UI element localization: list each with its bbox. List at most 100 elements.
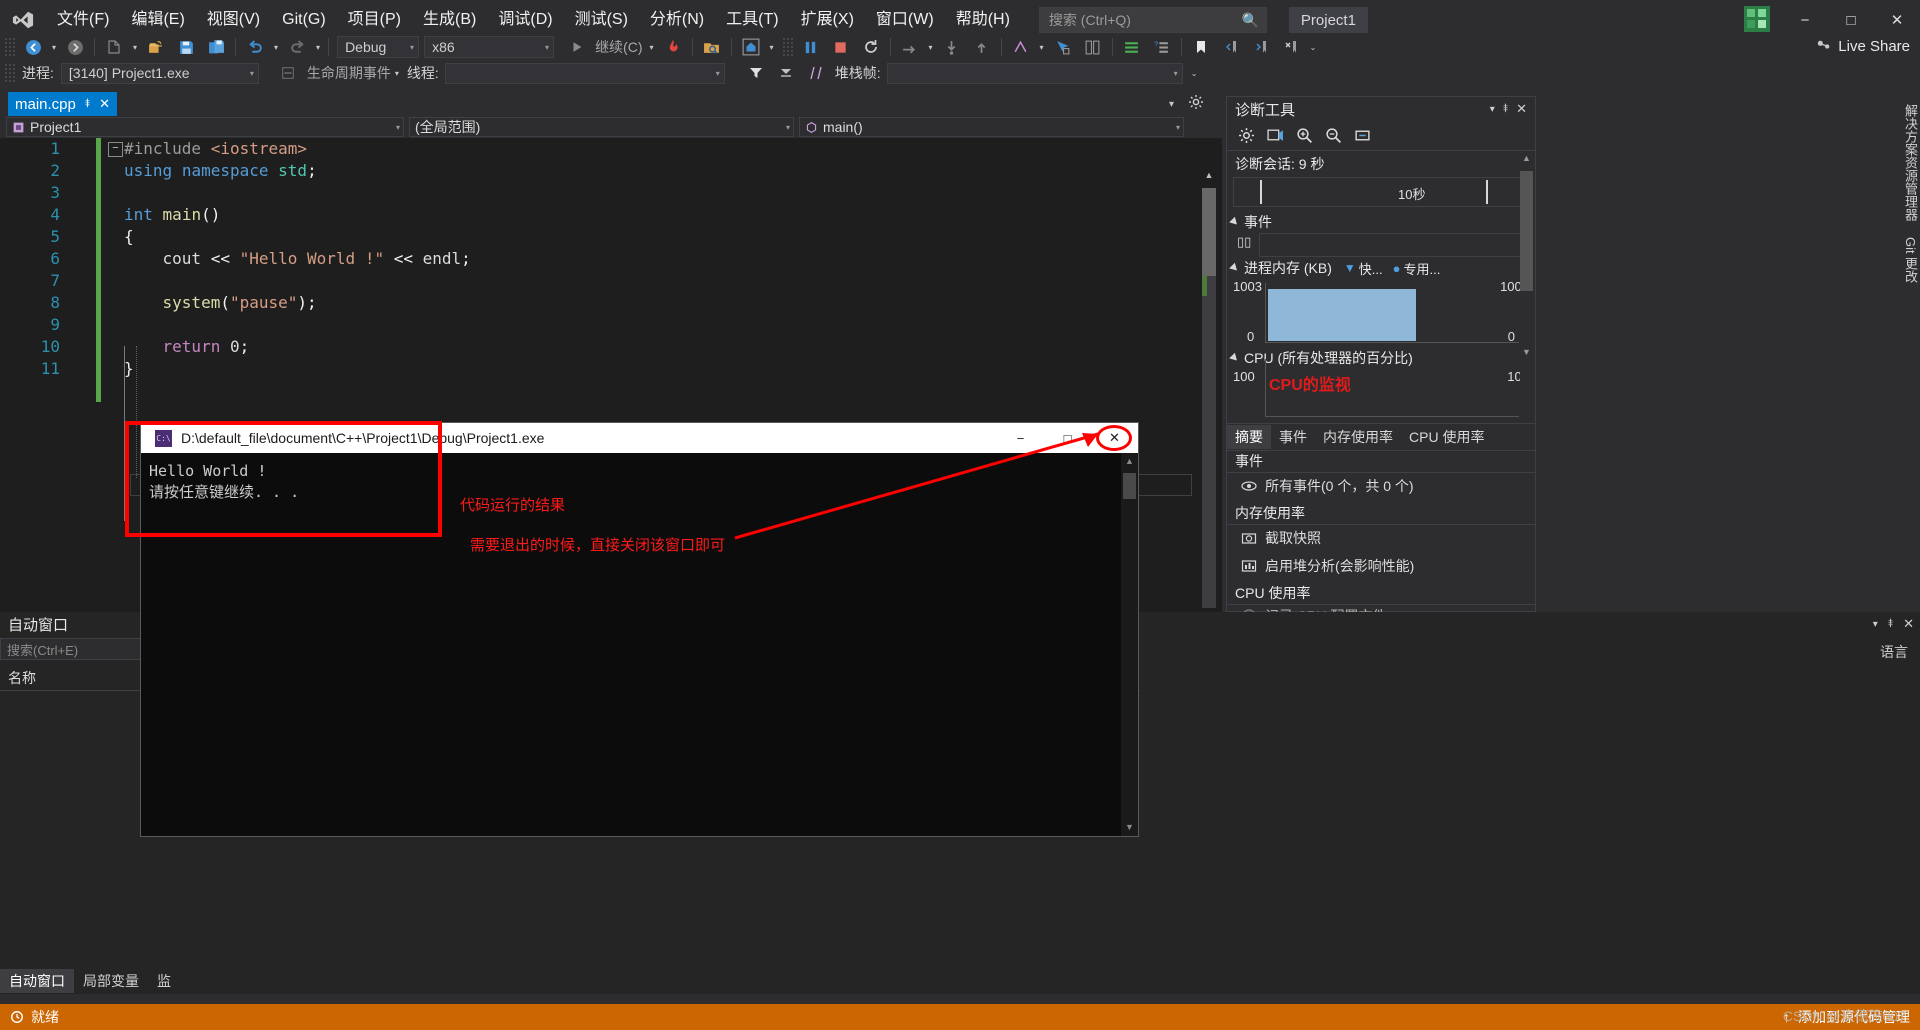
- lifecycle-events-label[interactable]: 生命周期事件: [307, 63, 391, 83]
- undo-icon[interactable]: [240, 35, 270, 59]
- dock-tab-git-changes[interactable]: Git 更改: [1898, 229, 1920, 291]
- select-tools-icon[interactable]: [1262, 124, 1288, 148]
- bookmark-icon[interactable]: [1186, 35, 1216, 59]
- console-scrollbar[interactable]: ▲ ▼: [1121, 453, 1138, 836]
- thread-marker-icon[interactable]: [1006, 35, 1036, 59]
- close-icon[interactable]: ✕: [1903, 616, 1914, 632]
- navigate-backward-dropdown-icon[interactable]: ▾: [48, 43, 60, 52]
- tab-memory-usage[interactable]: 内存使用率: [1315, 425, 1401, 449]
- settings-icon[interactable]: [1233, 124, 1259, 148]
- diagnostic-timeline[interactable]: 10秒: [1233, 177, 1529, 207]
- debugbar-overflow-icon[interactable]: ⌄: [1187, 69, 1202, 78]
- thread-dropdown[interactable]: ▾: [444, 62, 725, 84]
- solution-config-dropdown[interactable]: Debug ▾: [337, 36, 420, 58]
- nav-member-dropdown[interactable]: main() ▾: [799, 117, 1184, 137]
- diagnostics-dropdown-icon[interactable]: ▾: [766, 43, 778, 52]
- undo-dropdown-icon[interactable]: ▾: [270, 43, 282, 52]
- next-bookmark-icon[interactable]: [1246, 35, 1276, 59]
- collapse-frames-icon[interactable]: [771, 61, 801, 85]
- console-window[interactable]: C:\ D:\default_file\document\C++\Project…: [141, 423, 1138, 836]
- external-code-icon[interactable]: [801, 61, 831, 85]
- close-icon[interactable]: ✕: [99, 96, 110, 112]
- toolbar-grip[interactable]: [4, 63, 16, 83]
- navigate-forward-icon[interactable]: [60, 35, 90, 59]
- diagnostics-section-memory[interactable]: 进程内存 (KB) ▼ 快... ● 专用...: [1229, 257, 1440, 279]
- scroll-down-arrow-icon[interactable]: ▼: [1520, 347, 1533, 361]
- continue-dropdown-icon[interactable]: ▾: [646, 43, 658, 52]
- console-minimize-button[interactable]: −: [997, 423, 1044, 453]
- toolbar-grip[interactable]: [4, 37, 16, 57]
- thread-dropdown-icon[interactable]: ▾: [1036, 43, 1048, 52]
- summary-take-snapshot-row[interactable]: 截取快照: [1227, 525, 1535, 551]
- save-icon[interactable]: [171, 35, 201, 59]
- toolbar-grip[interactable]: [781, 37, 794, 57]
- nav-scope-dropdown[interactable]: (全局范围) ▾: [409, 117, 794, 137]
- scroll-up-arrow-icon[interactable]: ▲: [1121, 453, 1138, 470]
- live-share-button[interactable]: Live Share: [1815, 38, 1910, 55]
- tab-autos[interactable]: 自动窗口: [0, 969, 74, 993]
- redo-icon[interactable]: [282, 35, 312, 59]
- step-over-icon[interactable]: [895, 35, 925, 59]
- editor-vertical-scrollbar[interactable]: [1202, 188, 1216, 608]
- console-maximize-button[interactable]: □: [1044, 423, 1091, 453]
- pin-icon[interactable]: ⯒: [85, 94, 90, 115]
- zoom-out-icon[interactable]: [1320, 124, 1346, 148]
- start-debug-play-icon[interactable]: [562, 35, 592, 59]
- comment-lines-icon[interactable]: [1117, 35, 1147, 59]
- pin-icon[interactable]: ⯒: [1888, 614, 1893, 635]
- zoom-in-icon[interactable]: [1291, 124, 1317, 148]
- lifecycle-dropdown-icon[interactable]: ▾: [391, 69, 403, 78]
- live-visual-tree-icon[interactable]: [1078, 35, 1108, 59]
- scroll-down-arrow-icon[interactable]: ▼: [1121, 819, 1138, 836]
- diagnostics-section-events[interactable]: 事件: [1229, 211, 1272, 233]
- reset-view-icon[interactable]: [1349, 124, 1375, 148]
- select-element-icon[interactable]: [1048, 35, 1078, 59]
- hot-reload-icon[interactable]: [658, 35, 688, 59]
- process-dropdown[interactable]: [3140] Project1.exe ▾: [60, 62, 259, 84]
- summary-all-events-row[interactable]: 所有事件(0 个，共 0 个): [1227, 473, 1535, 499]
- tab-watch[interactable]: 监: [148, 969, 180, 993]
- step-out-icon[interactable]: [967, 35, 997, 59]
- filter-threads-icon[interactable]: [741, 61, 771, 85]
- scroll-up-arrow-icon[interactable]: ▲: [1200, 170, 1218, 184]
- save-all-icon[interactable]: [201, 35, 231, 59]
- tab-cpu-usage[interactable]: CPU 使用率: [1401, 425, 1492, 449]
- step-into-icon[interactable]: [937, 35, 967, 59]
- uncomment-lines-icon[interactable]: ?: [1147, 35, 1177, 59]
- tab-locals[interactable]: 局部变量: [74, 969, 148, 993]
- gear-icon[interactable]: [1188, 94, 1204, 114]
- continue-label[interactable]: 继续(C): [592, 37, 645, 57]
- autos-search-input[interactable]: 搜索(Ctrl+E): [0, 638, 160, 660]
- chevron-down-icon[interactable]: ▾: [1169, 99, 1174, 110]
- events-timeline-track[interactable]: [1259, 233, 1529, 257]
- tab-summary[interactable]: 摘要: [1227, 425, 1271, 449]
- tab-main-cpp[interactable]: main.cpp ⯒ ✕: [8, 92, 118, 116]
- scroll-up-arrow-icon[interactable]: ▲: [1520, 153, 1533, 167]
- restart-debug-icon[interactable]: [856, 35, 886, 59]
- find-in-files-icon[interactable]: [697, 35, 727, 59]
- solution-platform-dropdown[interactable]: x86 ▾: [424, 36, 555, 58]
- scrollbar-thumb[interactable]: [1520, 171, 1533, 291]
- summary-heap-profiling-row[interactable]: 启用堆分析(会影响性能): [1227, 553, 1535, 579]
- new-project-icon[interactable]: [99, 35, 129, 59]
- memory-usage-graph[interactable]: [1265, 283, 1519, 343]
- clear-bookmarks-icon[interactable]: [1276, 35, 1306, 59]
- close-icon[interactable]: ✕: [1516, 101, 1527, 117]
- new-project-dropdown-icon[interactable]: ▾: [129, 43, 141, 52]
- chevron-down-icon[interactable]: ▾: [1490, 104, 1495, 115]
- previous-bookmark-icon[interactable]: [1216, 35, 1246, 59]
- stack-frame-dropdown[interactable]: ▾: [886, 62, 1183, 84]
- show-diagnostics-icon[interactable]: [736, 35, 766, 59]
- chevron-down-icon[interactable]: ▾: [1873, 619, 1878, 630]
- redo-dropdown-icon[interactable]: ▾: [312, 43, 324, 52]
- toolbar-overflow-icon[interactable]: ⌄: [1306, 43, 1321, 52]
- break-all-pause-icon[interactable]: [796, 35, 826, 59]
- scrollbar-thumb[interactable]: [1202, 188, 1216, 276]
- tab-events[interactable]: 事件: [1271, 425, 1315, 449]
- search-input[interactable]: 搜索 (Ctrl+Q) 🔍: [1038, 7, 1267, 33]
- dock-tab-solution-explorer[interactable]: 解决方案资源管理器: [1898, 96, 1920, 229]
- nav-project-dropdown[interactable]: Project1 ▾: [6, 117, 404, 137]
- navigate-backward-icon[interactable]: [18, 35, 48, 59]
- stop-debug-icon[interactable]: [826, 35, 856, 59]
- pin-icon[interactable]: ⯒: [1503, 99, 1508, 120]
